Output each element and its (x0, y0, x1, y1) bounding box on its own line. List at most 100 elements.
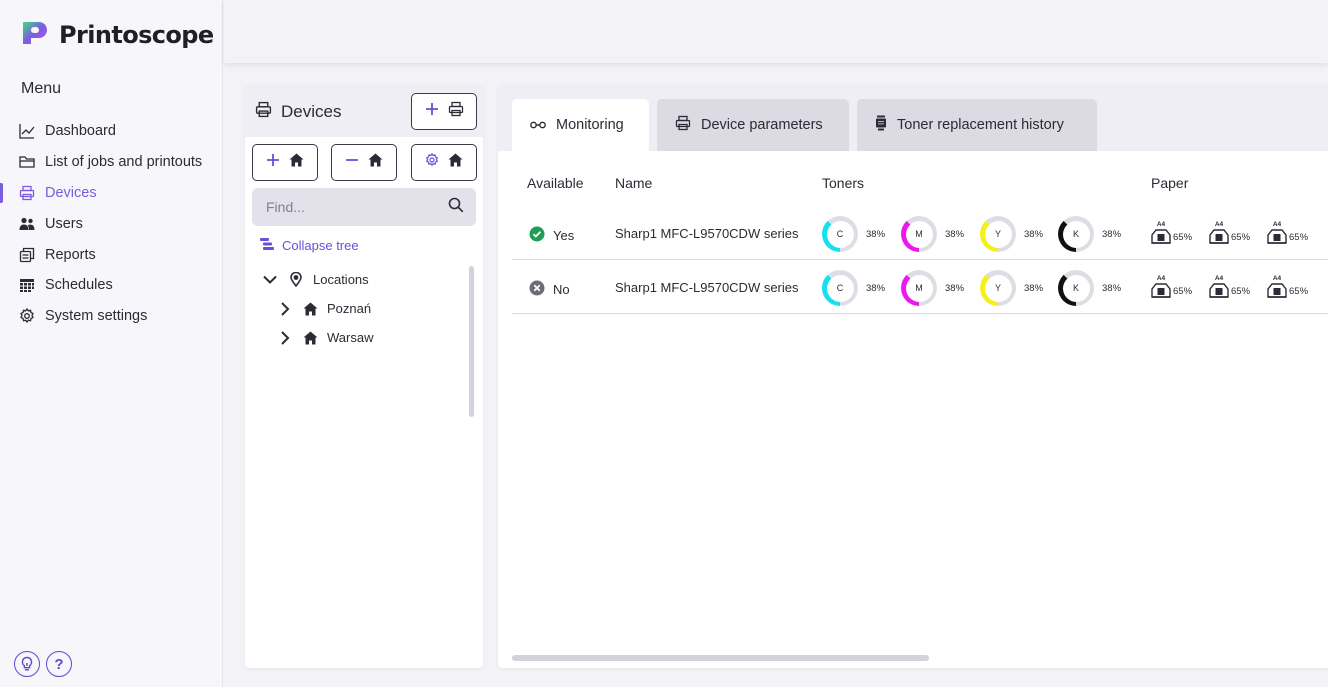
home-icon (289, 153, 304, 172)
paper-tray-icon: A4 (1151, 221, 1171, 244)
tree-node-poznan[interactable]: Poznań (277, 301, 371, 316)
tab-label: Toner replacement history (897, 117, 1064, 133)
toner-label: Y (984, 220, 1012, 248)
add-device-button[interactable] (411, 93, 477, 130)
tab-toner-replacement-history[interactable]: Toner replacement history (857, 99, 1097, 151)
toner-percent: 38% (866, 228, 886, 240)
sidebar-item-jobs[interactable]: List of jobs and printouts (0, 147, 223, 178)
paper-size-label: A4 (1272, 221, 1282, 228)
sidebar-item-label: System settings (45, 308, 148, 325)
tab-monitoring[interactable]: Monitoring (512, 99, 649, 151)
location-settings-button[interactable] (411, 144, 477, 181)
home-icon (368, 153, 383, 172)
paper-tray: A4 65% (1267, 275, 1308, 298)
paper-tray-icon: A4 (1267, 221, 1287, 244)
search-icon[interactable] (448, 197, 464, 218)
minus-icon (345, 153, 359, 172)
gear-icon (425, 152, 439, 172)
remove-location-button[interactable] (331, 144, 397, 181)
chevron-right-icon[interactable] (277, 330, 293, 345)
sidebar-item-devices[interactable]: Devices (0, 178, 223, 209)
availability-label: No (553, 282, 570, 297)
toner-gauge-cyan: C 38% (822, 216, 885, 252)
toner-gauge-black: K 38% (1058, 270, 1121, 306)
folder-icon (19, 154, 35, 170)
toner-gauge-cyan: C 38% (822, 270, 885, 306)
question-icon[interactable]: ? (46, 651, 72, 677)
sidebar-item-system-settings[interactable]: System settings (0, 301, 223, 332)
column-header-toners[interactable]: Toners (822, 175, 864, 191)
toner-label: M (905, 274, 933, 302)
gear-icon (19, 308, 35, 324)
tree-node-locations[interactable]: Locations (262, 272, 369, 287)
main-panel: Monitoring Device parameters Toner repla… (498, 85, 1328, 668)
toner-label: C (826, 220, 854, 248)
toner-percent: 38% (945, 282, 965, 294)
paper-percent: 65% (1289, 232, 1309, 243)
toner-label: C (826, 274, 854, 302)
menu-title: Menu (21, 80, 62, 97)
tree-node-label: Locations (313, 272, 369, 287)
lightbulb-icon[interactable] (14, 651, 40, 677)
paper-tray: A4 65% (1267, 221, 1308, 244)
sidebar-item-schedules[interactable]: Schedules (0, 270, 223, 301)
table-scrollbar[interactable] (512, 655, 929, 661)
paper-tray: A4 65% (1209, 221, 1250, 244)
toner-gauge-yellow: Y 38% (980, 270, 1043, 306)
sidebar-nav: Dashboard List of jobs and printouts Dev… (0, 116, 223, 332)
toner-ring: C (822, 216, 858, 252)
glasses-icon (530, 117, 546, 133)
toner-label: M (905, 220, 933, 248)
tree-scrollbar[interactable] (469, 266, 474, 417)
column-header-name[interactable]: Name (615, 175, 652, 191)
toner-gauge-magenta: M 38% (901, 216, 964, 252)
sidebar-item-label: Devices (45, 184, 97, 201)
check-circle-icon (529, 226, 545, 245)
toner-gauge-black: K 38% (1058, 216, 1121, 252)
app-logo[interactable]: Printoscope (21, 18, 214, 51)
sidebar-item-reports[interactable]: Reports (0, 239, 223, 270)
collapse-tree-label: Collapse tree (282, 238, 359, 253)
toner-percent: 38% (1024, 228, 1044, 240)
device-name[interactable]: Sharp1 MFC-L9570CDW series (615, 280, 799, 295)
sidebar-item-label: Dashboard (45, 123, 116, 140)
sidebar-item-users[interactable]: Users (0, 208, 223, 239)
plus-icon (425, 102, 439, 121)
chevron-right-icon[interactable] (277, 301, 293, 316)
paper-tray: A4 65% (1151, 221, 1192, 244)
collapse-tree-button[interactable]: Collapse tree (260, 238, 359, 253)
top-bar (224, 0, 1328, 63)
tab-device-parameters[interactable]: Device parameters (657, 99, 849, 151)
calendar-icon (19, 277, 35, 293)
column-header-available[interactable]: Available (527, 175, 584, 191)
paper-tray-icon: A4 (1267, 275, 1287, 298)
toner-ring: M (901, 270, 937, 306)
paper-tray-icon: A4 (1209, 221, 1229, 244)
chevron-down-icon[interactable] (262, 275, 278, 285)
search-input[interactable] (266, 199, 448, 215)
availability-cell: No (529, 280, 570, 299)
printer-icon (675, 115, 691, 135)
plus-icon (266, 153, 280, 172)
reports-icon (19, 247, 35, 263)
toner-ring: K (1058, 216, 1094, 252)
sidebar: Printoscope Menu Dashboard List of jobs … (0, 0, 223, 687)
printer-icon (19, 185, 35, 201)
toner-label: K (1062, 274, 1090, 302)
paper-size-label: A4 (1214, 221, 1224, 228)
row-divider (512, 313, 1328, 314)
toner-percent: 38% (945, 228, 965, 240)
sidebar-item-label: Users (45, 215, 83, 232)
tab-label: Device parameters (701, 117, 823, 133)
add-location-button[interactable] (252, 144, 318, 181)
tree-node-warsaw[interactable]: Warsaw (277, 330, 373, 345)
x-circle-icon (529, 280, 545, 299)
sidebar-item-dashboard[interactable]: Dashboard (0, 116, 223, 147)
column-header-paper[interactable]: Paper (1151, 175, 1188, 191)
toner-ring: Y (980, 270, 1016, 306)
paper-percent: 65% (1289, 286, 1309, 297)
paper-tray-icon: A4 (1209, 275, 1229, 298)
device-name[interactable]: Sharp1 MFC-L9570CDW series (615, 226, 799, 241)
paper-percent: 65% (1173, 232, 1193, 243)
paper-size-label: A4 (1272, 275, 1282, 282)
